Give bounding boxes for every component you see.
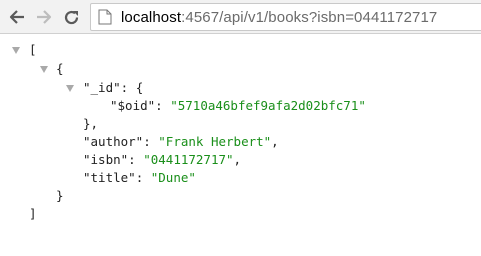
url-text[interactable]: localhost:4567/api/v1/books?isbn=0441172…: [121, 9, 437, 26]
collapse-object-toggle-icon[interactable]: [40, 66, 48, 73]
address-bar[interactable]: localhost:4567/api/v1/books?isbn=0441172…: [90, 3, 481, 31]
collapse-id-toggle-icon[interactable]: [66, 85, 74, 92]
back-arrow-icon: [9, 10, 24, 24]
json-line-title: "title": "Dune": [83, 170, 196, 185]
url-path: :4567/api/v1/books?isbn=0441172717: [181, 8, 438, 26]
page-icon: [98, 9, 112, 25]
reload-icon: [64, 10, 78, 24]
json-line-open-array: [: [29, 42, 37, 57]
browser-toolbar: localhost:4567/api/v1/books?isbn=0441172…: [0, 0, 481, 34]
collapse-array-toggle-icon[interactable]: [12, 47, 20, 54]
json-line-close-object: }: [56, 188, 64, 203]
json-line-close-array: ]: [29, 206, 37, 221]
forward-button[interactable]: [34, 6, 54, 28]
back-button[interactable]: [7, 6, 27, 28]
reload-button[interactable]: [61, 6, 81, 28]
json-line-open-object: {: [56, 61, 64, 76]
json-line-isbn: "isbn": "0441172717",: [83, 152, 242, 167]
json-line-author: "author": "Frank Herbert",: [83, 134, 279, 149]
json-line-close-id: },: [83, 116, 99, 131]
json-line-oid: "$oid": "5710a46bfef9afa2d02bfc71": [110, 98, 366, 113]
forward-arrow-icon: [37, 10, 52, 24]
url-host: localhost: [121, 8, 182, 26]
json-line-id: "_id": {: [83, 80, 144, 95]
